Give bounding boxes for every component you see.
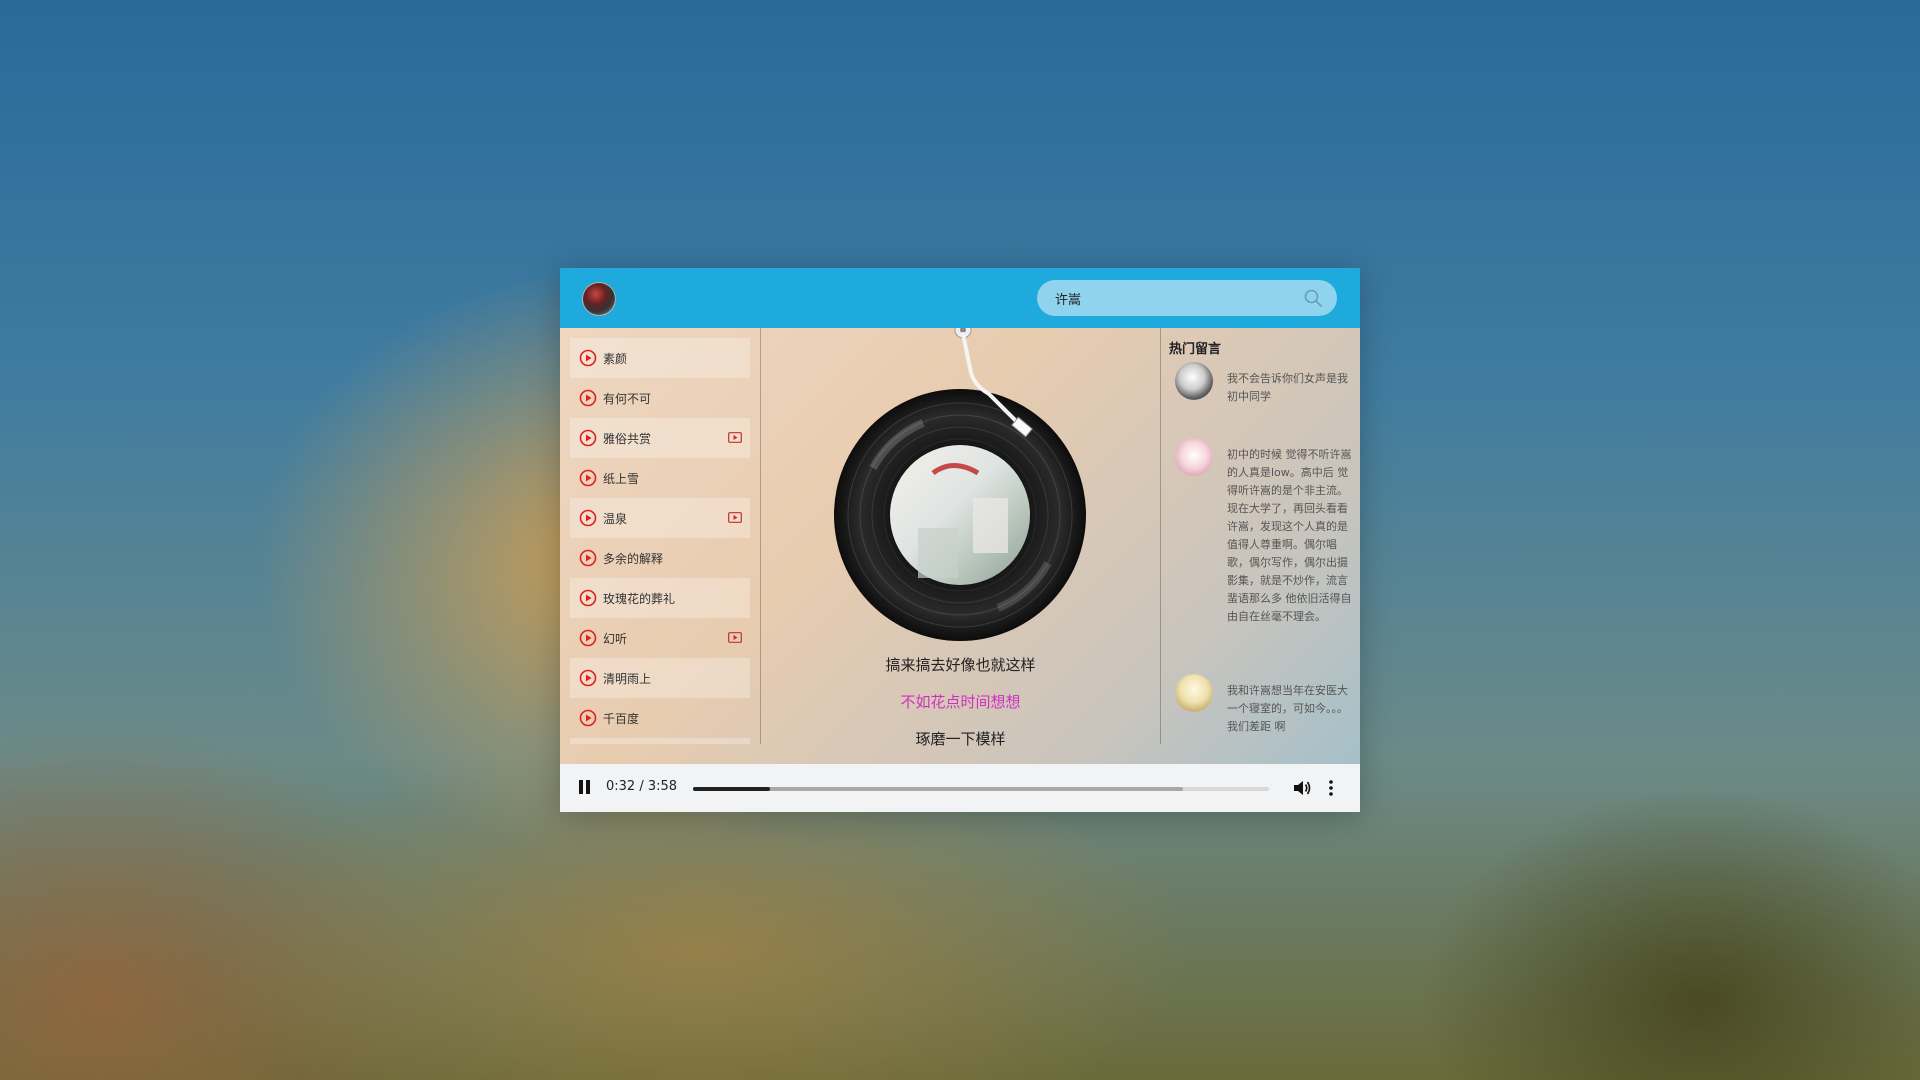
mv-icon[interactable]: [728, 432, 742, 443]
song-item[interactable]: 有何不可: [570, 378, 750, 418]
search-box: [1037, 280, 1337, 316]
commenter-avatar[interactable]: [1175, 674, 1213, 712]
play-circle-icon[interactable]: [579, 669, 597, 687]
search-icon[interactable]: [1303, 288, 1323, 308]
song-item[interactable]: 多余的解释: [570, 538, 750, 578]
volume-icon[interactable]: [1292, 778, 1312, 798]
comment-text: 我和许嵩想当年在安医大一个寝室的，可如今。。。我们差距 啊: [1227, 684, 1348, 733]
song-title: 幻听: [603, 631, 628, 646]
commenter-avatar[interactable]: [1175, 438, 1213, 476]
search-input[interactable]: [1053, 289, 1287, 307]
song-item[interactable]: 清明雨上: [570, 658, 750, 698]
now-playing-panel: 搞来搞去好像也就这样 不如花点时间想想 琢磨一下模样: [761, 328, 1160, 748]
play-circle-icon[interactable]: [579, 509, 597, 527]
song-list: 素颜有何不可雅俗共赏纸上雪温泉多余的解释玫瑰花的葬礼 幻听清明雨上千百度: [560, 328, 760, 744]
song-title: 温泉: [603, 511, 628, 526]
time-display: 0:32 / 3:58: [606, 779, 678, 794]
user-avatar[interactable]: [582, 282, 616, 316]
comment-text: 初中的时候 觉得不听许嵩的人真是low。高中后 觉得听许嵩的是个非主流。现在大学…: [1227, 448, 1352, 623]
comment-text: 我不会告诉你们女声是我初中同学: [1227, 372, 1348, 403]
more-options-icon[interactable]: [1328, 778, 1334, 798]
comments-panel: 热门留言 我不会告诉你们女声是我初中同学初中的时候 觉得不听许嵩的人真是low。…: [1161, 328, 1360, 744]
commenter-avatar[interactable]: [1175, 362, 1213, 400]
song-title: 千百度: [603, 711, 640, 726]
song-title: 纸上雪: [603, 471, 640, 486]
song-item[interactable]: 纸上雪: [570, 458, 750, 498]
pause-button[interactable]: [578, 780, 592, 796]
song-title: 清明雨上: [603, 671, 652, 686]
play-circle-icon[interactable]: [579, 629, 597, 647]
song-title: 有何不可: [603, 391, 652, 406]
lyric-line: 琢磨一下模样: [915, 730, 1006, 748]
lyric-line-current: 不如花点时间想想: [900, 693, 1021, 711]
progress-bar[interactable]: [693, 787, 1269, 791]
song-title: 素颜: [603, 351, 628, 366]
lyric-line: 搞来搞去好像也就这样: [885, 656, 1036, 674]
music-player-window: 素颜有何不可雅俗共赏纸上雪温泉多余的解释玫瑰花的葬礼幻听清明雨上千百度: [560, 268, 1360, 812]
play-circle-icon[interactable]: [579, 709, 597, 727]
song-item[interactable]: 幻听: [570, 618, 750, 658]
play-circle-icon[interactable]: [579, 549, 597, 567]
play-circle-icon[interactable]: [579, 469, 597, 487]
song-item[interactable]: 玫瑰花的葬礼: [570, 578, 750, 618]
song-title: 玫瑰花的葬礼: [603, 591, 676, 606]
song-item[interactable]: 温泉: [570, 498, 750, 538]
song-item[interactable]: 千百度: [570, 698, 750, 738]
play-circle-icon[interactable]: [579, 349, 597, 367]
mv-icon[interactable]: [728, 512, 742, 523]
play-circle-icon[interactable]: [579, 589, 597, 607]
song-title: 多余的解释: [603, 551, 664, 566]
song-item[interactable]: 素颜: [570, 338, 750, 378]
song-item[interactable]: 雅俗共赏: [570, 418, 750, 458]
play-circle-icon[interactable]: [579, 429, 597, 447]
play-circle-icon[interactable]: [579, 389, 597, 407]
song-item-partial[interactable]: [570, 738, 750, 744]
top-bar: [560, 268, 1360, 328]
audio-controls: 0:32 / 3:58: [560, 764, 1360, 812]
comments-heading: 热门留言: [1169, 342, 1222, 357]
song-title: 雅俗共赏: [603, 431, 652, 446]
tonearm: [954, 328, 1033, 438]
played-bar: [693, 787, 771, 791]
mv-icon[interactable]: [728, 632, 742, 643]
